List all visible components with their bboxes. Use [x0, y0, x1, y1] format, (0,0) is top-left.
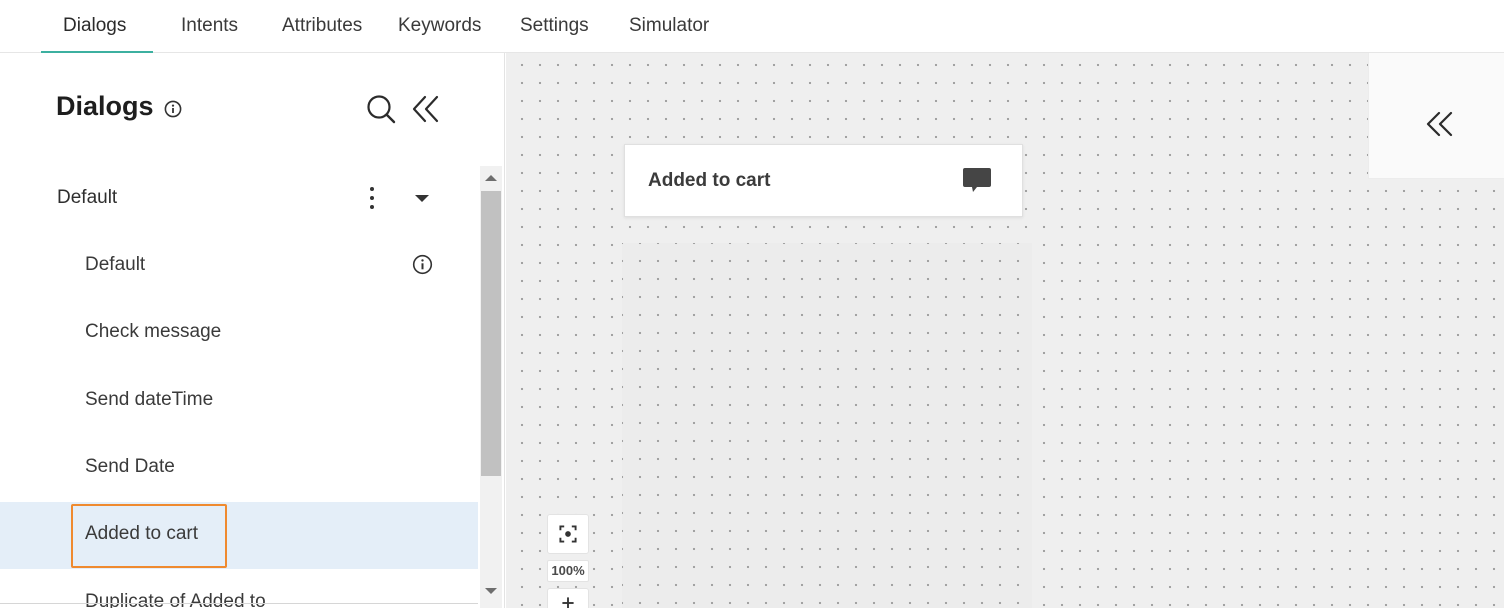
dialog-item-label: Default	[85, 254, 146, 275]
fit-screen-icon	[559, 525, 577, 543]
dialog-item-send-datetime[interactable]: Send dateTime	[0, 367, 478, 434]
zoom-in-button[interactable]	[547, 588, 589, 608]
search-icon[interactable]	[365, 93, 397, 125]
info-icon[interactable]	[164, 100, 182, 118]
dialog-group-default[interactable]: Default	[0, 164, 478, 232]
divider	[0, 603, 478, 604]
double-chevron-left-icon[interactable]	[410, 93, 442, 125]
dialog-item-added-to-cart[interactable]: Added to cart	[0, 502, 478, 569]
dialog-node-header[interactable]: Added to cart	[624, 144, 1023, 217]
tab-dialogs[interactable]: Dialogs	[63, 0, 126, 53]
scroll-up-icon[interactable]	[480, 170, 502, 186]
group-label: Default	[57, 187, 118, 208]
right-panel	[1368, 53, 1504, 179]
vertical-dots-icon[interactable]	[360, 184, 384, 212]
tab-settings[interactable]: Settings	[520, 0, 589, 53]
plus-icon	[562, 597, 574, 608]
scrollbar-thumb[interactable]	[481, 191, 501, 476]
dialog-item-label: Duplicate of Added to	[85, 591, 266, 608]
tab-attributes[interactable]: Attributes	[282, 0, 362, 53]
double-chevron-left-icon[interactable]	[1423, 107, 1457, 141]
zoom-level: 100%	[547, 560, 589, 582]
active-tab-indicator	[41, 51, 153, 53]
tab-keywords[interactable]: Keywords	[398, 0, 481, 53]
sidebar-title: Dialogs	[56, 91, 154, 121]
dialog-item-check-message[interactable]: Check message	[0, 299, 478, 366]
dialog-item-label: Send Date	[85, 456, 175, 477]
dialog-item-label: Check message	[85, 321, 222, 342]
caret-down-icon[interactable]	[411, 188, 433, 208]
node-title: Added to cart	[648, 170, 771, 191]
info-icon[interactable]	[412, 254, 433, 275]
fit-view-button[interactable]	[547, 514, 589, 554]
chat-bubble-icon	[963, 168, 991, 192]
dialog-item-send-date[interactable]: Send Date	[0, 434, 478, 501]
tab-intents[interactable]: Intents	[181, 0, 238, 53]
dialog-item-default[interactable]: Default	[0, 232, 478, 299]
dialogs-sidebar: Dialogs Default Default Check message Se…	[0, 53, 505, 608]
dialog-item-label: Send dateTime	[85, 389, 214, 410]
tab-simulator[interactable]: Simulator	[629, 0, 709, 53]
flow-canvas[interactable]: Added to cart 100%	[506, 53, 1504, 608]
top-navigation: Dialogs Intents Attributes Keywords Sett…	[0, 0, 1504, 53]
scroll-down-icon[interactable]	[480, 583, 502, 599]
dialog-node-body	[622, 243, 1032, 608]
dialog-item-label: Added to cart	[85, 523, 199, 544]
